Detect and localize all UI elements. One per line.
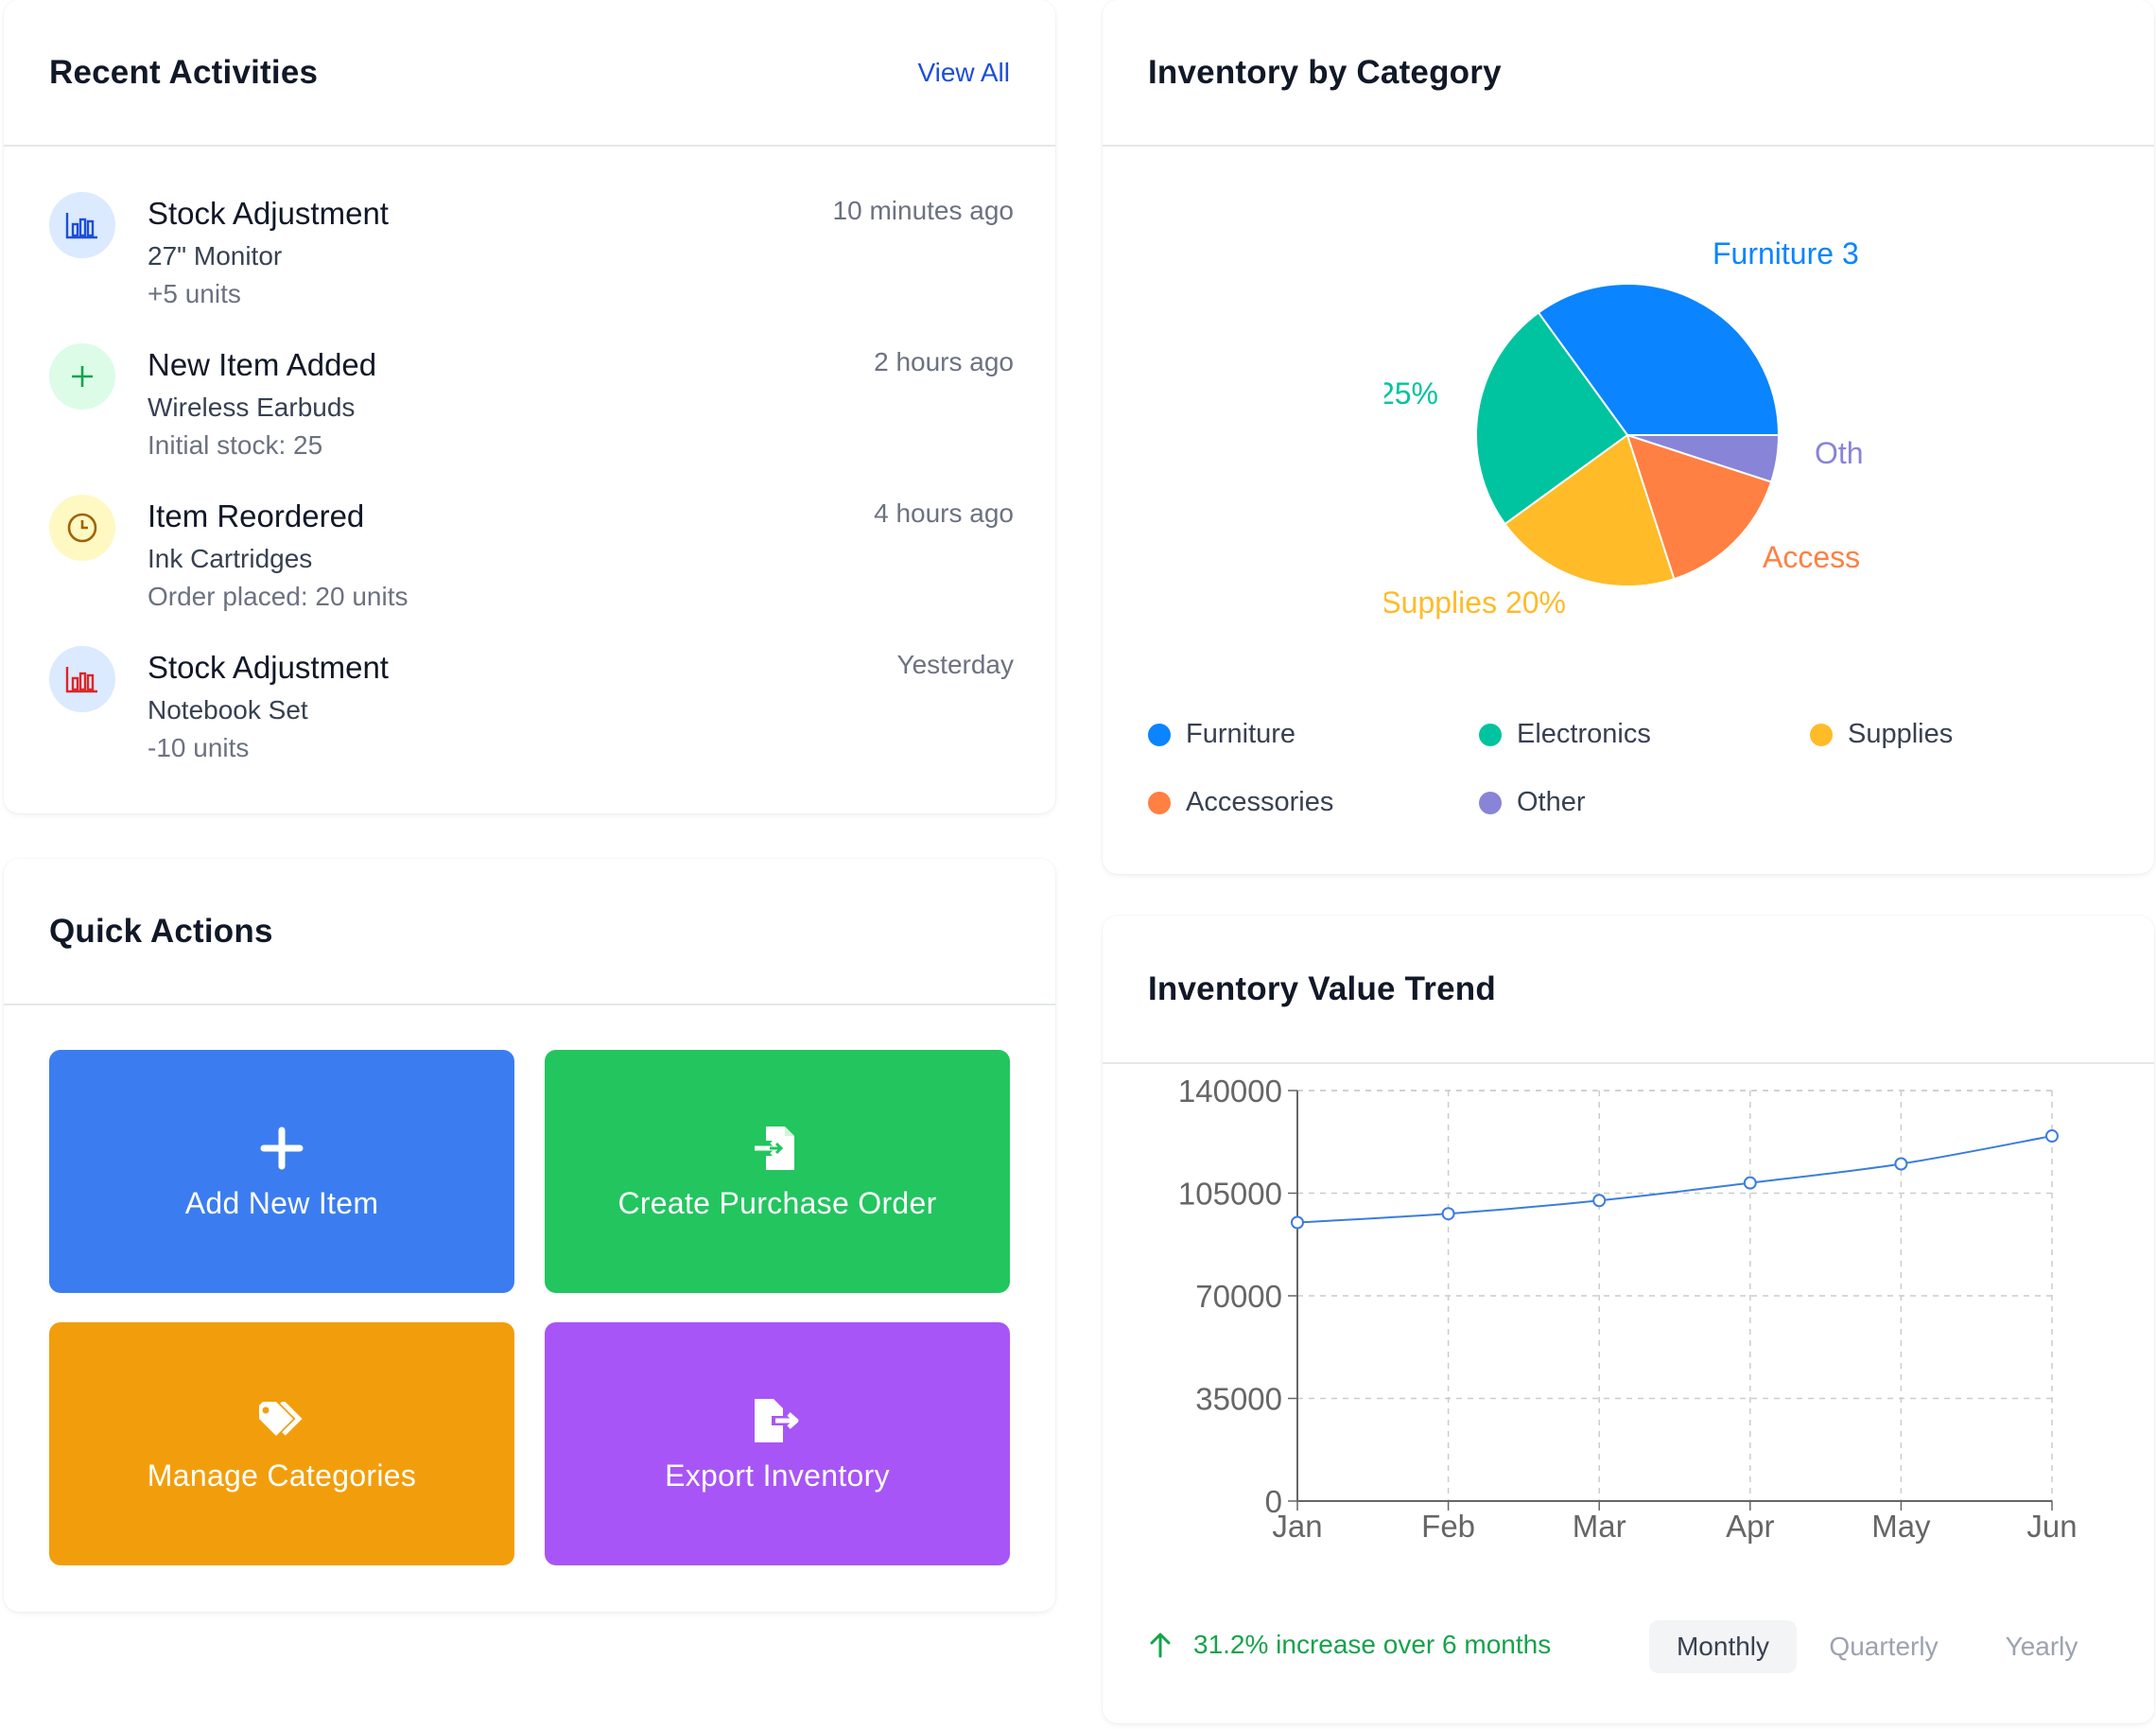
- legend-swatch: [1479, 723, 1502, 746]
- series-line: [1296, 1135, 2053, 1224]
- legend-label: Electronics: [1517, 719, 1651, 749]
- recent-activities-title: Recent Activities: [49, 53, 319, 91]
- period-monthly-button[interactable]: Monthly: [1649, 1620, 1797, 1673]
- tags-icon: [255, 1394, 308, 1447]
- slice-label-other: Oth: [1815, 436, 1864, 470]
- arrow-up-icon: [1150, 1633, 1171, 1658]
- legend-item-furniture: Furniture: [1148, 719, 1295, 750]
- inventory-value-trend-title: Inventory Value Trend: [1148, 969, 1496, 1007]
- inventory-by-category-card: Inventory by Category Furniture 3 25% Ot…: [1103, 0, 2154, 874]
- legend-swatch: [1810, 723, 1833, 746]
- slice-label-supplies: Supplies 20%: [1381, 585, 1566, 620]
- file-export-icon: [751, 1394, 804, 1447]
- activity-title: New Item Added: [148, 347, 377, 382]
- pie-chart: Furniture 3 25% Oth Access Supplies 20%: [1378, 236, 1864, 620]
- data-point[interactable]: [1894, 1157, 1908, 1171]
- x-tick-label: Feb: [1421, 1509, 1475, 1544]
- inventory-by-category-title: Inventory by Category: [1148, 53, 1502, 91]
- activity-time: 10 minutes ago: [832, 196, 1014, 225]
- quick-actions-card: Quick Actions Add New Item Create Purcha…: [4, 859, 1055, 1612]
- bar-chart-icon: [49, 192, 115, 258]
- data-point[interactable]: [2045, 1129, 2059, 1144]
- add-new-item-button[interactable]: Add New Item: [49, 1050, 514, 1293]
- file-import-icon: [751, 1122, 804, 1175]
- activity-subtitle: Wireless Earbuds: [148, 393, 356, 422]
- legend-label: Other: [1517, 787, 1586, 817]
- manage-categories-label: Manage Categories: [147, 1458, 417, 1493]
- activity-item[interactable]: Stock Adjustment 27" Monitor +5 units 10…: [49, 148, 1014, 308]
- legend-swatch: [1479, 791, 1502, 814]
- x-tick-label: Apr: [1726, 1509, 1774, 1544]
- activity-title: Item Reordered: [148, 498, 365, 533]
- clock-icon: [49, 495, 115, 561]
- activity-time: 2 hours ago: [874, 347, 1014, 376]
- legend-swatch: [1148, 791, 1171, 814]
- x-tick-label: May: [1871, 1509, 1931, 1544]
- legend-swatch: [1148, 723, 1171, 746]
- x-tick-label: Jan: [1272, 1509, 1322, 1544]
- activity-detail: -10 units: [148, 733, 250, 762]
- activity-subtitle: Ink Cartridges: [148, 544, 313, 573]
- recent-activities-card: Recent Activities View All Stock Adjustm…: [4, 0, 1055, 813]
- legend-item-accessories: Accessories: [1148, 787, 1333, 818]
- quick-actions-title: Quick Actions: [49, 912, 273, 950]
- legend-label: Supplies: [1848, 719, 1954, 749]
- slice-label-accessories: Access: [1763, 540, 1860, 574]
- x-tick-label: Jun: [2026, 1509, 2077, 1544]
- activity-time: 4 hours ago: [874, 498, 1014, 528]
- view-all-link[interactable]: View All: [917, 58, 1010, 88]
- create-purchase-order-button[interactable]: Create Purchase Order: [545, 1050, 1010, 1293]
- slice-label-electronics: 25%: [1378, 376, 1438, 410]
- legend-label: Accessories: [1186, 787, 1334, 817]
- y-tick-label: 140000: [1178, 1074, 1282, 1109]
- line-chart: 03500070000105000140000Jan Feb Mar Apr May Ju…: [1178, 1074, 2078, 1544]
- y-tick-label: 105000: [1178, 1177, 1282, 1212]
- trend-footer: 31.2% increase over 6 months Monthly Qua…: [1148, 1620, 2113, 1677]
- inventory-value-trend-card: Inventory Value Trend 0 35000 70000 105000 1…: [1103, 916, 2154, 1723]
- data-point[interactable]: [1592, 1194, 1607, 1208]
- period-quarterly-button[interactable]: Quarterly: [1810, 1620, 1957, 1673]
- y-tick-label: 35000: [1195, 1382, 1282, 1417]
- data-point[interactable]: [1441, 1207, 1455, 1221]
- period-yearly-button[interactable]: Yearly: [1971, 1620, 2113, 1673]
- activity-subtitle: Notebook Set: [148, 695, 308, 725]
- bar-chart-icon: [49, 646, 115, 712]
- recent-activities-header: Recent Activities View All: [4, 0, 1055, 147]
- inventory-value-trend-header: Inventory Value Trend: [1103, 916, 2154, 1064]
- activity-subtitle: 27" Monitor: [148, 241, 283, 271]
- growth-text: 31.2% increase over 6 months: [1193, 1630, 1552, 1659]
- activity-title: Stock Adjustment: [148, 196, 389, 231]
- plus-icon: [255, 1122, 308, 1175]
- legend-item-supplies: Supplies: [1810, 719, 1953, 750]
- activity-item[interactable]: Item Reordered Ink Cartridges Order plac…: [49, 451, 1014, 611]
- y-tick-label: 70000: [1195, 1279, 1282, 1314]
- add-new-item-label: Add New Item: [184, 1186, 379, 1220]
- activity-item[interactable]: Stock Adjustment Notebook Set -10 units …: [49, 603, 1015, 762]
- export-inventory-label: Export Inventory: [665, 1458, 890, 1493]
- legend-label: Furniture: [1186, 719, 1296, 749]
- inventory-by-category-header: Inventory by Category: [1103, 0, 2154, 147]
- growth-indicator: 31.2% increase over 6 months: [1148, 1630, 1551, 1660]
- slice-label-furniture: Furniture 3: [1713, 236, 1859, 271]
- activity-item[interactable]: New Item Added Wireless Earbuds Initial …: [49, 300, 1014, 460]
- legend-item-electronics: Electronics: [1479, 719, 1651, 750]
- activity-title: Stock Adjustment: [148, 650, 389, 685]
- create-purchase-order-label: Create Purchase Order: [617, 1186, 937, 1220]
- plus-icon: [49, 343, 115, 410]
- data-point[interactable]: [1291, 1215, 1304, 1230]
- manage-categories-button[interactable]: Manage Categories: [49, 1322, 514, 1565]
- legend-item-other: Other: [1479, 787, 1586, 818]
- x-tick-label: Mar: [1573, 1509, 1626, 1544]
- data-point[interactable]: [1743, 1176, 1757, 1190]
- export-inventory-button[interactable]: Export Inventory: [545, 1322, 1010, 1565]
- quick-actions-header: Quick Actions: [4, 859, 1055, 1005]
- activity-time: Yesterday: [896, 650, 1015, 679]
